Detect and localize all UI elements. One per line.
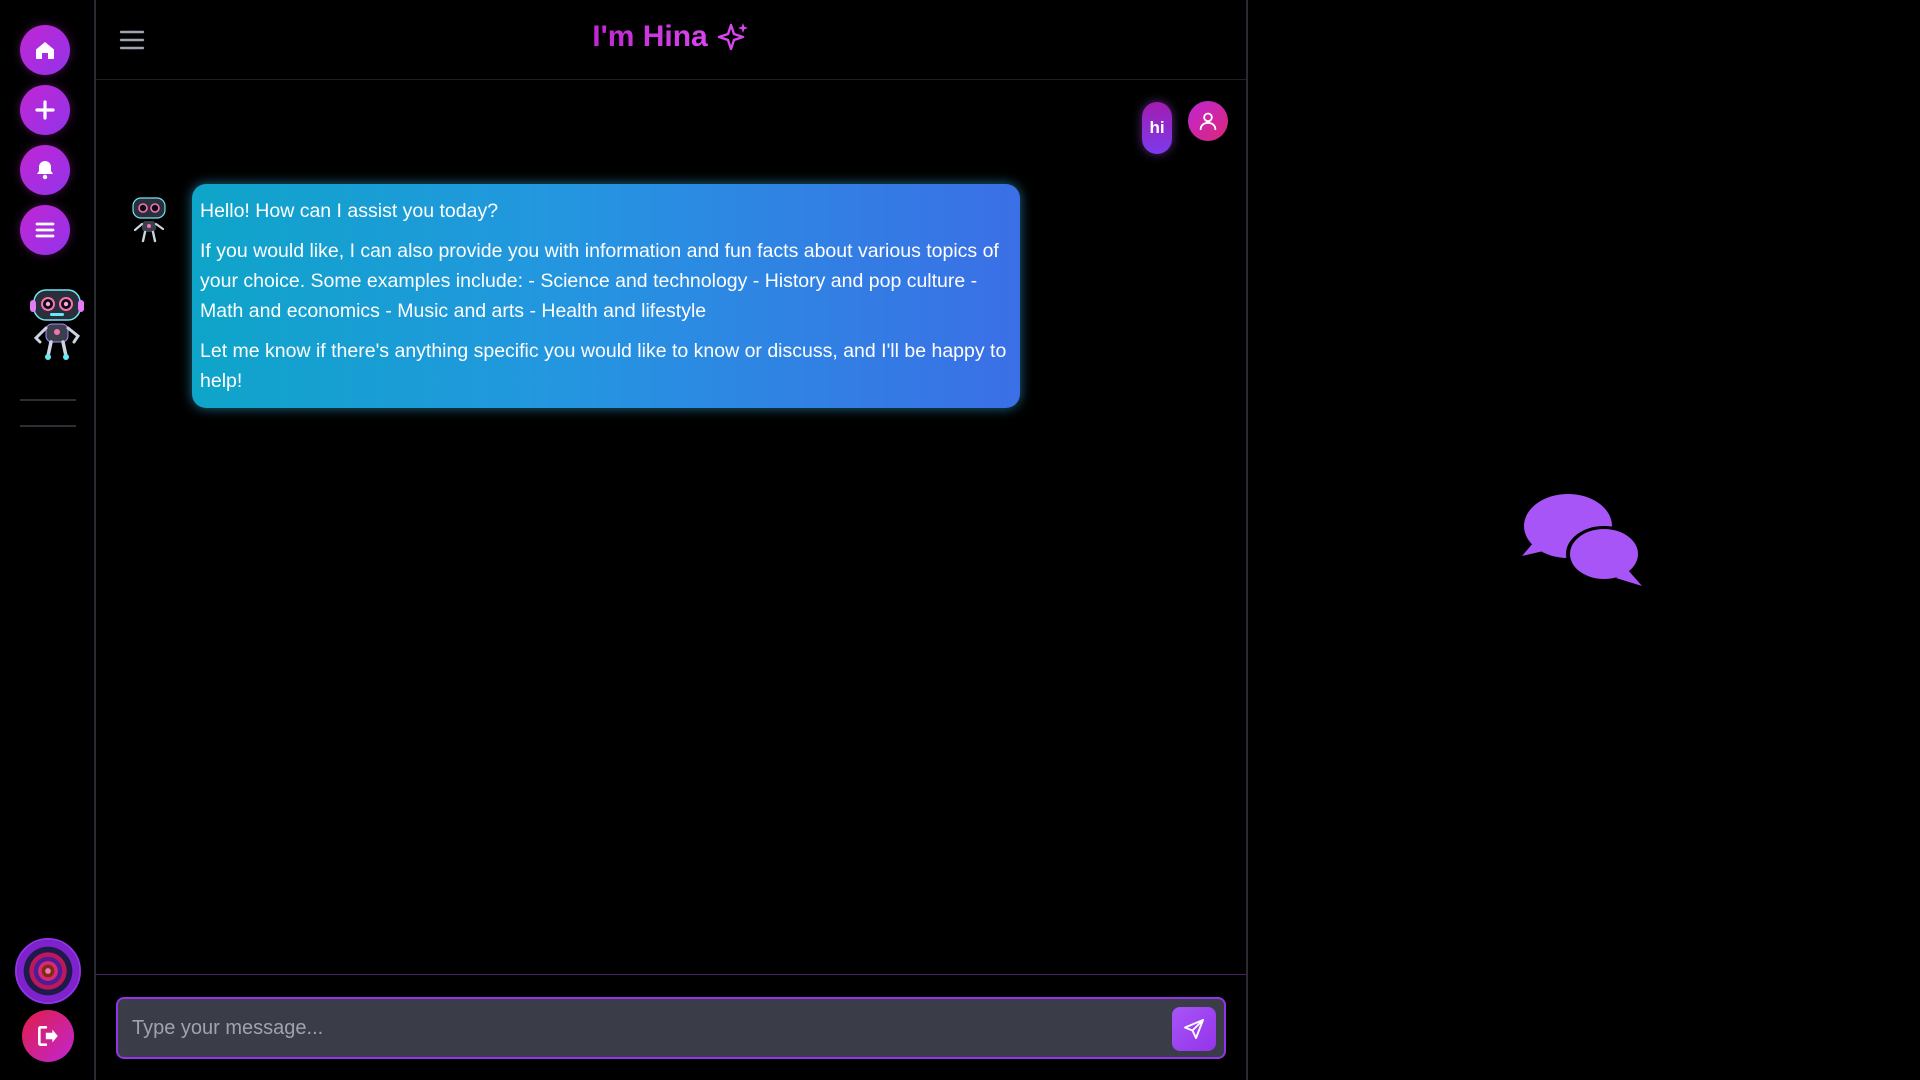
right-panel: [1248, 0, 1920, 1080]
send-button[interactable]: [1172, 1007, 1216, 1051]
message-input[interactable]: [132, 999, 1132, 1057]
plus-icon: [35, 100, 55, 120]
assistant-message-paragraph: If you would like, I can also provide yo…: [200, 240, 999, 322]
bell-icon: [37, 161, 53, 180]
sparkle-icon: [717, 23, 748, 51]
assistant-message-paragraph: Let me know if there's anything specific…: [200, 340, 1007, 392]
robot-logo: [30, 289, 84, 360]
new-chat-button[interactable]: [20, 85, 70, 135]
composer-divider: [96, 974, 1246, 975]
rail-divider: [20, 425, 76, 427]
user-message-bubble: hi: [1142, 102, 1172, 154]
title-wrap: I'm Hina: [96, 20, 1246, 54]
assistant-message-bubble: Hello! How can I assist you today? If yo…: [192, 184, 1020, 408]
send-icon: [1184, 1019, 1204, 1039]
left-rail: [0, 0, 96, 1080]
logout-icon: [38, 1026, 58, 1046]
chat-panel: I'm Hina hi Hello! How can I assist you …: [96, 0, 1248, 1080]
user-message-text: hi: [1149, 118, 1165, 137]
bot-avatar: [132, 197, 166, 243]
home-icon: [36, 42, 54, 59]
app: I'm Hina hi Hello! How can I assist you …: [0, 0, 1920, 1080]
profile-avatar[interactable]: [15, 938, 81, 1004]
menu-list-button[interactable]: [20, 205, 70, 255]
user-avatar: [1188, 101, 1228, 141]
message-composer: [116, 997, 1226, 1059]
home-button[interactable]: [20, 25, 70, 75]
rail-divider: [20, 399, 76, 401]
list-icon: [35, 222, 55, 238]
user-icon: [1199, 112, 1217, 131]
notifications-button[interactable]: [20, 145, 70, 195]
chat-header: I'm Hina: [96, 0, 1246, 80]
assistant-message-paragraph: Hello! How can I assist you today?: [200, 200, 499, 222]
logout-button[interactable]: [22, 1010, 74, 1062]
chat-bubbles-icon: [1522, 494, 1642, 586]
page-title: I'm Hina: [592, 20, 708, 53]
